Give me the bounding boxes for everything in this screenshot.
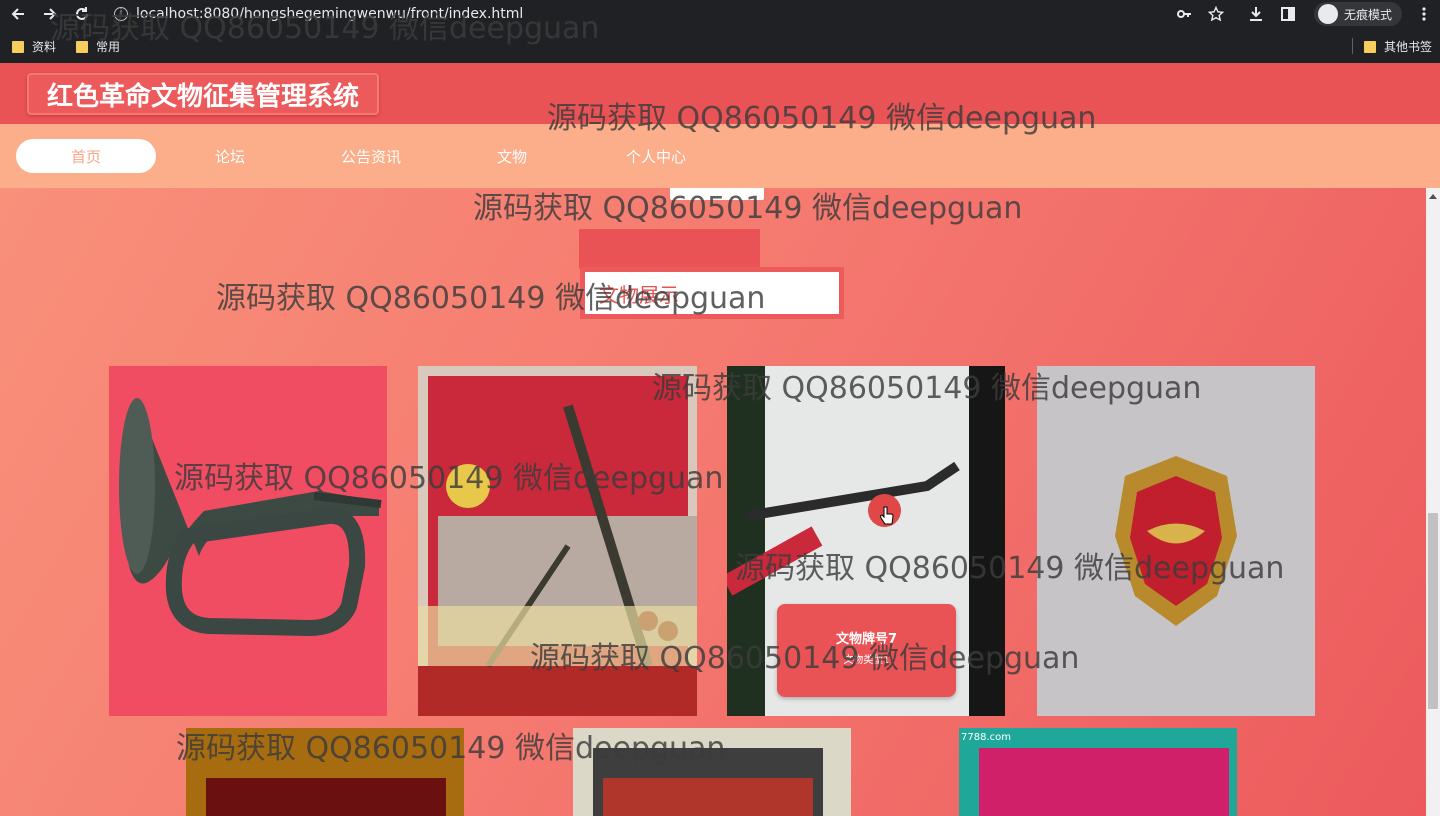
key-button[interactable] [1168, 0, 1200, 28]
more-vert-icon [1422, 7, 1426, 21]
folder-icon [12, 40, 24, 53]
nav-item-forum[interactable]: 论坛 [160, 139, 300, 173]
reload-button[interactable] [70, 2, 94, 26]
url-field[interactable]: i localhost:8080/hongshegemingwenwu/fron… [114, 3, 523, 25]
book-cover-overlay-text: 7788.com [961, 732, 1011, 743]
site-title: 红色革命文物征集管理系统 [27, 73, 379, 115]
nav-item-profile[interactable]: 个人中心 [586, 139, 726, 173]
section-heading-block [579, 229, 760, 269]
forward-button[interactable] [38, 2, 62, 26]
bookmarks-bar: 资料 常用 其他书签 [0, 34, 1440, 58]
side-panel-button[interactable] [1272, 0, 1304, 28]
download-icon [1249, 7, 1262, 21]
back-button[interactable] [6, 2, 30, 26]
browser-toolbar: 无痕模式 [1168, 0, 1440, 28]
section-title: 文物展示 [585, 272, 839, 314]
bookmark-label: 常用 [96, 40, 121, 54]
book-cover-image: 7788.com [959, 728, 1237, 816]
bookmark-label: 资料 [32, 40, 57, 54]
bookmarks-divider [1352, 38, 1353, 54]
badge-image [1037, 366, 1315, 716]
folder-icon [76, 40, 88, 53]
nav-item-artifacts[interactable]: 文物 [442, 139, 582, 173]
artifact-caption: 文物牌号7 文物类型1 [777, 604, 956, 697]
red-fabric-image [573, 728, 851, 816]
dropdown-fragment [670, 188, 764, 200]
main-content: 文物展示 文物牌号7 文物类型1 7788.com [0, 188, 1426, 816]
box-image [186, 728, 464, 816]
address-bar-row: i localhost:8080/hongshegemingwenwu/fron… [0, 0, 1440, 28]
artifact-card-fabric[interactable] [573, 728, 851, 816]
reload-icon [76, 7, 88, 20]
incognito-badge[interactable]: 无痕模式 [1313, 2, 1402, 26]
artifact-card-box[interactable] [186, 728, 464, 816]
browser-menu-button[interactable] [1408, 0, 1440, 28]
incognito-icon [1317, 4, 1338, 24]
hand-cursor-icon [880, 506, 894, 525]
page-scrollbar[interactable] [1426, 188, 1440, 816]
bookmark-folder-changyong[interactable]: 常用 [76, 38, 120, 55]
artifact-number-label: 文物牌号7 [835, 632, 898, 647]
artifact-type-label: 文物类型1 [843, 655, 890, 666]
museum-display-image [418, 366, 697, 716]
artifact-card-display[interactable] [418, 366, 697, 716]
main-nav: 首页 论坛 公告资讯 文物 个人中心 [0, 124, 1440, 188]
artifact-card-badge[interactable] [1037, 366, 1315, 716]
bugle-image [109, 366, 387, 716]
folder-icon [1364, 40, 1376, 53]
scrollbar-thumb[interactable] [1428, 513, 1438, 709]
arrow-left-icon [11, 8, 24, 20]
other-bookmarks[interactable]: 其他书签 [1364, 38, 1432, 55]
download-button[interactable] [1240, 0, 1272, 28]
artifact-card-book[interactable]: 7788.com [959, 728, 1237, 816]
bookmark-folder-ziliao[interactable]: 资料 [12, 38, 56, 55]
incognito-label: 无痕模式 [1343, 7, 1392, 22]
arrow-right-icon [44, 8, 57, 20]
side-panel-icon [1280, 7, 1295, 21]
nav-item-news[interactable]: 公告资讯 [300, 139, 442, 173]
nav-item-home[interactable]: 首页 [16, 139, 156, 173]
bookmark-star-button[interactable] [1200, 0, 1232, 28]
other-bookmarks-label: 其他书签 [1384, 40, 1433, 54]
scroll-up-arrow-icon[interactable] [1429, 194, 1437, 199]
browser-chrome: i localhost:8080/hongshegemingwenwu/fron… [0, 0, 1440, 63]
site-header: 红色革命文物征集管理系统 [0, 63, 1440, 124]
info-icon: i [114, 7, 128, 21]
url-text: localhost:8080/hongshegemingwenwu/front/… [136, 6, 524, 22]
artifact-card-bugle[interactable] [109, 366, 387, 716]
key-icon [1176, 10, 1191, 18]
star-icon [1207, 6, 1224, 22]
